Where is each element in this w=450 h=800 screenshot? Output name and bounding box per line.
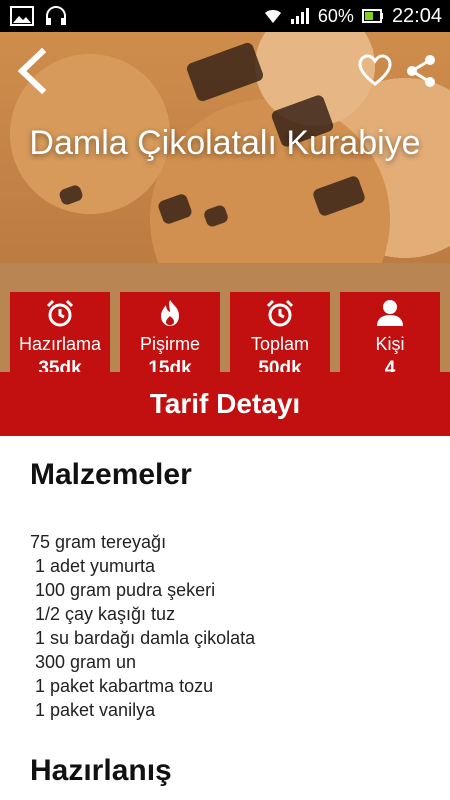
stat-value: 50dk — [258, 358, 302, 372]
stat-label: Kişi — [375, 334, 405, 354]
status-bar: 60% 22:04 — [0, 0, 450, 32]
stat-value: 35dk — [38, 358, 82, 372]
stat-card-total: Toplam 50dk — [230, 292, 330, 372]
recipe-detail-label: Tarif Detayı — [149, 388, 301, 419]
ingredient-item: 300 gram un — [30, 652, 137, 672]
alarm-clock-icon — [266, 299, 294, 327]
back-button[interactable] — [14, 48, 50, 94]
alarm-clock-icon — [46, 299, 74, 327]
ingredient-item: 1/2 çay kaşığı tuz — [30, 604, 176, 624]
preparation-title: Hazırlanış — [30, 754, 172, 787]
ingredients-list: 75 gram tereyağı 1 adet yumurta 100 gram… — [30, 530, 430, 722]
recipe-title: Damla Çikolatalı Kurabiye — [29, 124, 421, 162]
ingredient-item: 75 gram tereyağı — [30, 532, 167, 552]
signal-icon — [290, 8, 309, 24]
status-right: 60% 22:04 — [264, 5, 450, 28]
share-icon[interactable] — [406, 54, 436, 88]
chocolate-chip — [57, 183, 85, 207]
chocolate-chip — [202, 203, 230, 229]
headphones-icon — [46, 5, 66, 25]
stat-label: Toplam — [250, 334, 310, 354]
wifi-icon — [264, 10, 281, 23]
stat-value: 15dk — [148, 358, 192, 372]
stat-card-prep: Hazırlama 35dk — [10, 292, 110, 372]
recipe-detail-header: Tarif Detayı — [0, 372, 450, 436]
ingredient-item: 1 adet yumurta — [30, 556, 156, 576]
stat-label: Pişirme — [139, 334, 200, 354]
battery-icon — [361, 9, 383, 23]
ingredient-item: 1 paket vanilya — [30, 700, 156, 720]
stats-band: Hazırlama 35dk Pişirme 15dk Toplam 50dk — [0, 263, 450, 372]
ingredient-item: 1 su bardağı damla çikolata — [30, 628, 256, 648]
ingredients-title: Malzemeler — [30, 458, 192, 491]
battery-percent: 60% — [317, 5, 354, 26]
stat-value: 4 — [384, 358, 396, 372]
ingredient-item: 100 gram pudra şekeri — [30, 580, 216, 600]
recipe-hero-image: Damla Çikolatalı Kurabiye Hazırlama 35dk… — [0, 32, 450, 372]
stat-card-servings: Kişi 4 — [340, 292, 440, 372]
favorite-heart-icon[interactable] — [358, 54, 392, 88]
clock: 22:04 — [391, 4, 442, 27]
chocolate-chip — [156, 192, 194, 226]
top-actions — [0, 38, 450, 98]
stat-card-cook: Pişirme 15dk — [120, 292, 220, 372]
chocolate-chip — [311, 174, 367, 218]
image-icon — [10, 6, 34, 26]
status-left — [0, 5, 68, 27]
stat-label: Hazırlama — [18, 334, 102, 354]
flame-icon — [161, 300, 179, 326]
ingredient-item: 1 paket kabartma tozu — [30, 676, 214, 696]
person-icon — [377, 300, 403, 326]
